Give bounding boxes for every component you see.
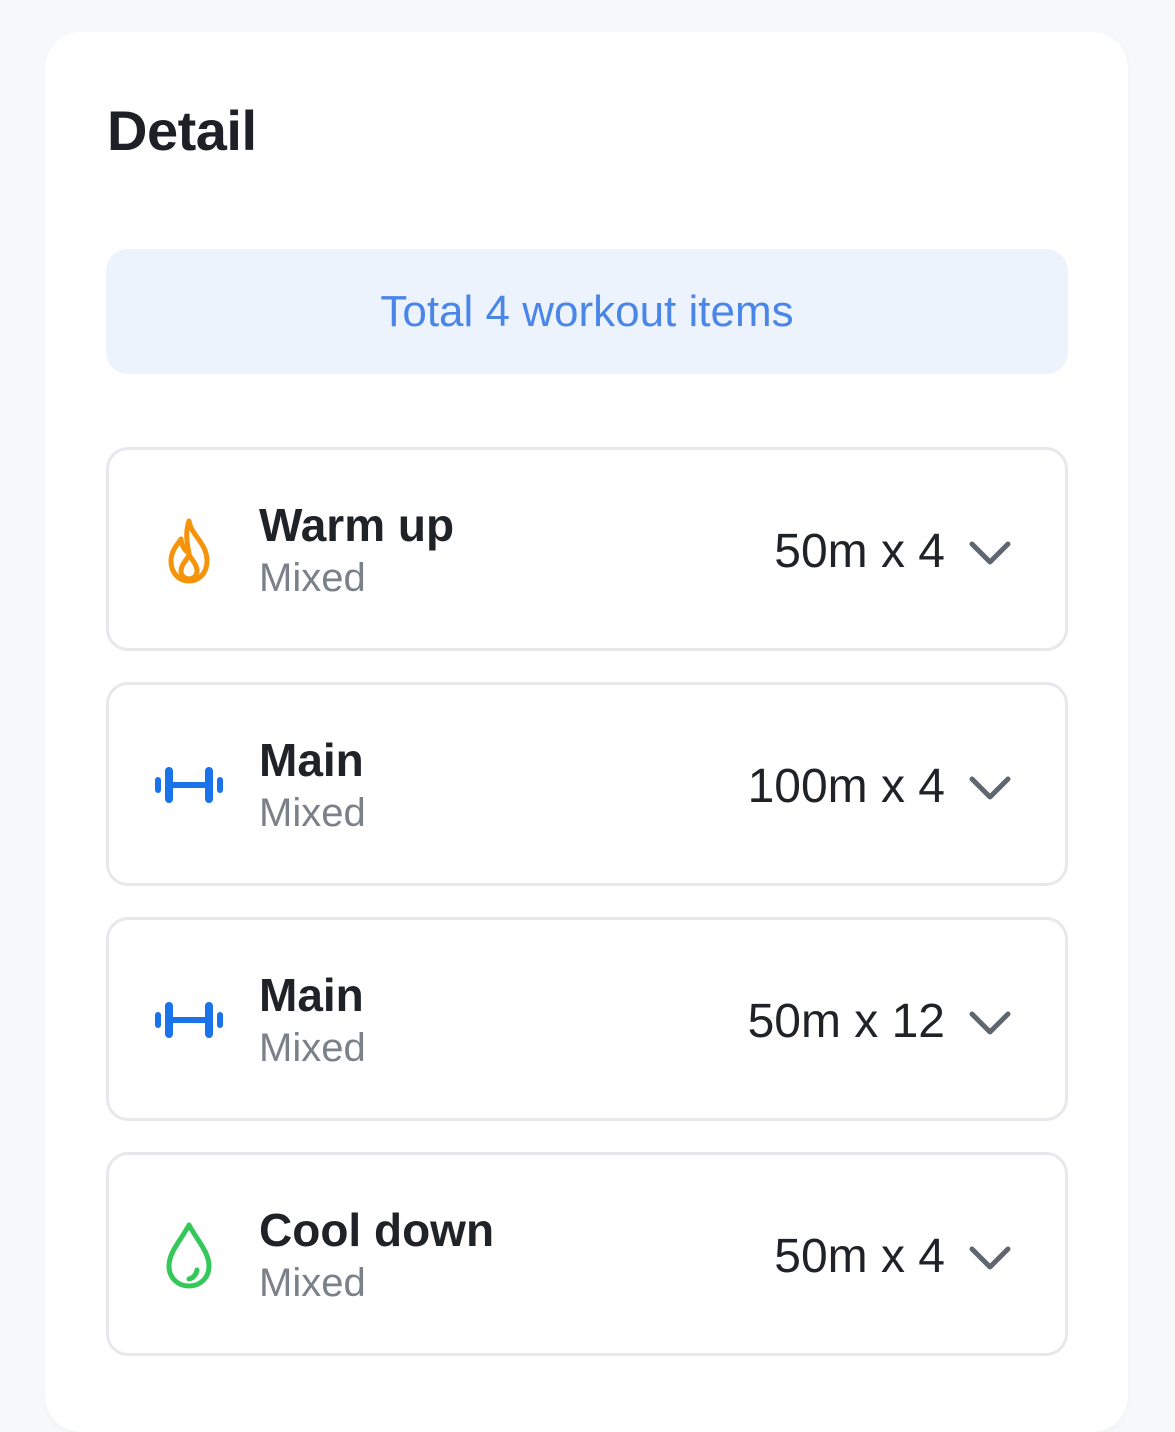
workout-item-main[interactable]: Main Mixed 100m x 4 [106, 682, 1068, 886]
page-title: Detail [107, 99, 257, 162]
chevron-down-icon[interactable] [967, 1237, 1013, 1277]
item-volume: 100m x 4 [747, 760, 945, 813]
item-type: Mixed [259, 1261, 366, 1305]
workout-item-warm-up[interactable]: Warm up Mixed 50m x 4 [106, 447, 1068, 651]
item-name: Warm up [259, 499, 455, 551]
item-name: Cool down [259, 1204, 495, 1256]
item-type: Mixed [259, 791, 366, 835]
detail-panel: Detail Total 4 workout items Warm up Mix… [45, 32, 1128, 1432]
item-volume: 50m x 4 [774, 1230, 945, 1283]
dumbbell-icon [153, 984, 225, 1056]
item-name: Main [259, 969, 364, 1021]
item-name: Main [259, 734, 364, 786]
item-volume: 50m x 12 [747, 995, 945, 1048]
droplet-icon [153, 1219, 225, 1291]
summary-banner: Total 4 workout items [106, 249, 1068, 374]
item-volume: 50m x 4 [774, 525, 945, 578]
flame-icon [153, 514, 225, 586]
workout-item-cool-down[interactable]: Cool down Mixed 50m x 4 [106, 1152, 1068, 1356]
chevron-down-icon[interactable] [967, 767, 1013, 807]
item-type: Mixed [259, 556, 366, 600]
chevron-down-icon[interactable] [967, 1002, 1013, 1042]
dumbbell-icon [153, 749, 225, 821]
workout-item-main[interactable]: Main Mixed 50m x 12 [106, 917, 1068, 1121]
summary-text: Total 4 workout items [380, 286, 794, 336]
chevron-down-icon[interactable] [967, 532, 1013, 572]
item-type: Mixed [259, 1026, 366, 1070]
